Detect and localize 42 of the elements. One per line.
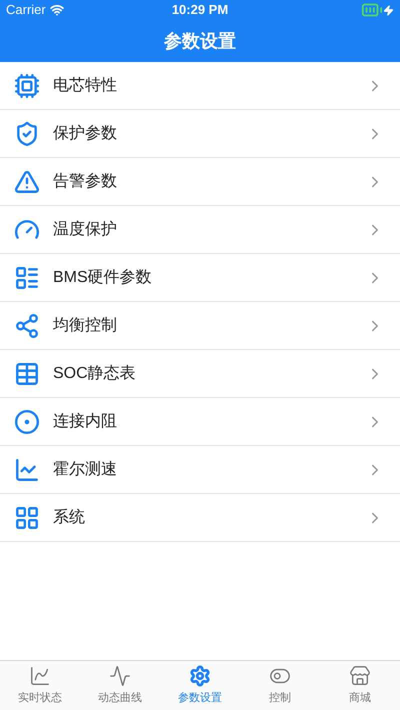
tab-item[interactable]: 动态曲线 bbox=[80, 661, 160, 710]
store-icon bbox=[349, 664, 371, 687]
menu-item[interactable]: 霍尔测速 bbox=[0, 446, 400, 494]
menu-label: 系统 bbox=[53, 508, 86, 528]
tab-item[interactable]: 控制 bbox=[240, 661, 320, 710]
menu-label: 连接内阻 bbox=[53, 412, 118, 432]
list-layout-icon bbox=[14, 264, 40, 290]
tab-item[interactable]: 商城 bbox=[320, 661, 400, 710]
nav-title: 参数设置 bbox=[164, 30, 236, 52]
menu-item[interactable]: SOC静态表 bbox=[0, 350, 400, 398]
menu-item[interactable]: 电芯特性 bbox=[0, 62, 400, 110]
menu-item[interactable]: 保护参数 bbox=[0, 110, 400, 158]
line-chart-icon bbox=[14, 456, 40, 482]
tab-item[interactable]: 实时状态 bbox=[0, 661, 80, 710]
menu-label: BMS硬件参数 bbox=[53, 268, 153, 288]
menu-label: 保护参数 bbox=[53, 124, 118, 144]
menu-item[interactable]: 告警参数 bbox=[0, 158, 400, 206]
nodes-icon bbox=[14, 312, 40, 338]
menu-label: 均衡控制 bbox=[53, 316, 118, 336]
menu-label: 温度保护 bbox=[53, 220, 118, 240]
menu-item[interactable]: 均衡控制 bbox=[0, 302, 400, 350]
grid-icon bbox=[14, 504, 40, 530]
menu-item[interactable]: 连接内阻 bbox=[0, 398, 400, 446]
chip-icon bbox=[14, 72, 40, 98]
status-time: 10:29 PM bbox=[172, 1, 228, 20]
chart-icon bbox=[29, 664, 51, 687]
menu-item[interactable]: 温度保护 bbox=[0, 206, 400, 254]
tab-item[interactable]: 参数设置 bbox=[160, 661, 240, 710]
menu-item[interactable]: 系统 bbox=[0, 494, 400, 542]
table-icon bbox=[14, 360, 40, 386]
settings-icon bbox=[189, 664, 211, 687]
menu-label: 霍尔测速 bbox=[53, 460, 118, 480]
pulse-icon bbox=[109, 664, 131, 687]
menu-label: 电芯特性 bbox=[53, 76, 118, 96]
menu-label: SOC静态表 bbox=[53, 364, 137, 384]
charging-icon bbox=[383, 4, 394, 16]
shield-icon bbox=[14, 120, 40, 146]
wifi-icon bbox=[50, 3, 64, 17]
menu-item[interactable]: BMS硬件参数 bbox=[0, 254, 400, 302]
warning-icon bbox=[14, 168, 40, 194]
carrier-label: Carrier bbox=[6, 1, 46, 20]
menu-label: 告警参数 bbox=[53, 172, 118, 192]
